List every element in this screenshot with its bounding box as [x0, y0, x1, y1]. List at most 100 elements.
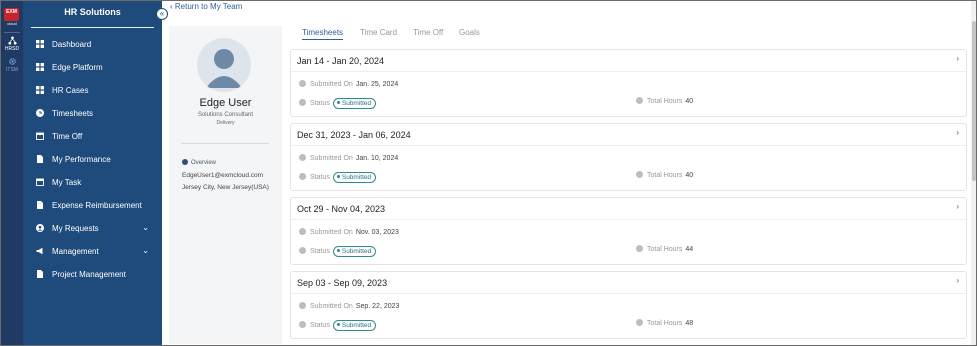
submitted-on-row: Submitted On Jan. 25, 2024	[299, 80, 398, 88]
return-link-label: Return to My Team	[174, 2, 243, 11]
status-badge: Submitted	[332, 98, 377, 109]
status-badge: Submitted	[332, 246, 377, 257]
rail-item-itsm[interactable]: ITSM	[1, 57, 23, 73]
clock-icon	[636, 171, 643, 178]
grid-icon	[36, 40, 44, 48]
timesheet-card[interactable]: Dec 31, 2023 - Jan 06, 2024 › Submitted …	[290, 123, 967, 191]
info-icon	[299, 321, 306, 328]
gear-icon	[8, 58, 16, 65]
profile-location: Jersey City, New Jersey(USA)	[182, 184, 269, 191]
profile-card: Edge User Solutions Consultant Delivery …	[169, 26, 282, 344]
sidebar-item-label: Project Management	[52, 270, 126, 279]
status-dot	[336, 323, 340, 326]
clock-icon	[636, 319, 643, 326]
total-hours-value: 44	[685, 246, 694, 253]
timesheet-card[interactable]: Sep 03 - Sep 09, 2023 › Submitted On Sep.…	[290, 271, 967, 339]
rail-item-label: ITSM	[6, 67, 18, 73]
sidebar-item-my-performance[interactable]: My Performance	[23, 152, 162, 168]
tab-timesheets[interactable]: Timesheets	[302, 28, 344, 40]
sidebar-item-label: Time Off	[52, 132, 83, 141]
sidebar-item-label: Dashboard	[52, 40, 92, 49]
status-row: Status Submitted	[299, 246, 377, 257]
profile-department: Delivery	[216, 120, 235, 126]
sidebar-item-hr-cases[interactable]: HR Cases	[23, 83, 162, 99]
sidebar-item-label: Expense Reimbursement	[52, 201, 142, 210]
sidebar-item-expense-reimbursement[interactable]: Expense Reimbursement	[23, 198, 162, 214]
profile-email: EdgeUser1@exmcloud.com	[182, 172, 264, 179]
chevron-down-icon[interactable]: ⌄	[142, 246, 149, 255]
sidebar-item-edge-platform[interactable]: Edge Platform	[23, 60, 162, 76]
timesheet-card-header[interactable]: Jan 14 - Jan 20, 2024 ›	[291, 50, 966, 72]
timesheet-range: Sep 03 - Sep 09, 2023	[297, 278, 388, 288]
sidebar-title: HR Solutions	[64, 7, 121, 17]
submitted-on-label: Submitted On	[310, 303, 353, 310]
status-row: Status Submitted	[299, 172, 377, 183]
status-value: Submitted	[341, 322, 372, 329]
timesheet-card[interactable]: Oct 29 - Nov 04, 2023 › Submitted On Nov.…	[290, 197, 967, 265]
submitted-on-value: Sep. 22, 2023	[355, 303, 400, 310]
grid-icon	[36, 86, 44, 94]
chevron-down-icon[interactable]: ⌄	[142, 223, 149, 232]
timesheet-range: Oct 29 - Nov 04, 2023	[297, 204, 386, 214]
timesheet-card-header[interactable]: Sep 03 - Sep 09, 2023 ›	[291, 272, 966, 294]
submitted-on-row: Submitted On Jan. 10, 2024	[299, 154, 398, 162]
info-icon	[299, 247, 306, 254]
total-hours-row: Total Hours 44	[636, 245, 693, 253]
timesheet-card-header[interactable]: Dec 31, 2023 - Jan 06, 2024 ›	[291, 124, 966, 146]
sidebar-item-my-task[interactable]: My Task	[23, 175, 162, 191]
document-icon	[37, 155, 43, 163]
status-label: Status	[310, 248, 330, 255]
exm-cloud-logo[interactable]: EXM	[4, 8, 19, 21]
sidebar-item-timesheets[interactable]: Timesheets	[23, 106, 162, 122]
chevron-left-icon: ‹	[170, 2, 173, 11]
total-hours-row: Total Hours 40	[636, 171, 693, 179]
submitted-on-value: Jan. 10, 2024	[355, 155, 399, 162]
sidebar-item-time-off[interactable]: Time Off	[23, 129, 162, 145]
info-icon	[299, 99, 306, 106]
grid-icon	[36, 63, 44, 71]
status-row: Status Submitted	[299, 320, 377, 331]
tab-goals[interactable]: Goals	[459, 28, 480, 37]
chevron-right-icon[interactable]: ›	[956, 276, 959, 285]
sidebar-item-project-management[interactable]: Project Management	[23, 267, 162, 283]
tab-time-off[interactable]: Time Off	[413, 28, 443, 37]
total-hours-value: 48	[685, 320, 694, 327]
sidebar-item-dashboard[interactable]: Dashboard	[23, 37, 162, 53]
chevron-right-icon[interactable]: ›	[956, 202, 959, 211]
calendar-icon	[36, 132, 44, 140]
megaphone-icon	[36, 247, 43, 255]
chevron-right-icon[interactable]: ›	[956, 54, 959, 63]
user-avatar-icon	[206, 49, 242, 88]
total-hours-value: 40	[685, 98, 694, 105]
scrollbar-thumb[interactable]	[972, 21, 976, 181]
return-to-team-link[interactable]: ‹ Return to My Team	[170, 2, 242, 11]
chevron-right-icon[interactable]: ›	[956, 128, 959, 137]
submitted-on-label: Submitted On	[310, 155, 353, 162]
status-dot	[336, 101, 340, 104]
overview-icon	[182, 159, 188, 165]
sidebar-item-label: My Requests	[52, 224, 99, 233]
calendar-icon	[299, 302, 306, 309]
rail-item-hrsd[interactable]: HRSD	[1, 36, 23, 52]
status-badge: Submitted	[332, 172, 377, 183]
clock-icon	[636, 97, 643, 104]
timesheet-card[interactable]: Jan 14 - Jan 20, 2024 › Submitted On Jan.…	[290, 49, 967, 117]
rail-item-label: HRSD	[4, 46, 20, 52]
logo-text: EXM	[6, 9, 17, 15]
sidebar-collapse-button[interactable]: «	[156, 8, 168, 20]
profile-name: Edge User	[199, 97, 252, 109]
status-dot	[336, 249, 340, 252]
calendar-icon	[299, 154, 306, 161]
status-value: Submitted	[341, 174, 372, 181]
sidebar-item-label: Edge Platform	[52, 63, 103, 72]
user-icon	[36, 224, 44, 232]
overview-label: Overview	[191, 160, 217, 166]
submitted-on-label: Submitted On	[310, 229, 353, 236]
sidebar-item-my-requests[interactable]: My Requests ⌄	[23, 221, 162, 237]
timesheet-card-header[interactable]: Oct 29 - Nov 04, 2023 ›	[291, 198, 966, 220]
submitted-on-row: Submitted On Sep. 22, 2023	[299, 302, 399, 310]
sidebar-item-management[interactable]: Management ⌄	[23, 244, 162, 260]
document-icon	[37, 201, 43, 209]
tab-time-card[interactable]: Time Card	[360, 28, 397, 37]
sidebar-item-label: HR Cases	[52, 86, 89, 95]
